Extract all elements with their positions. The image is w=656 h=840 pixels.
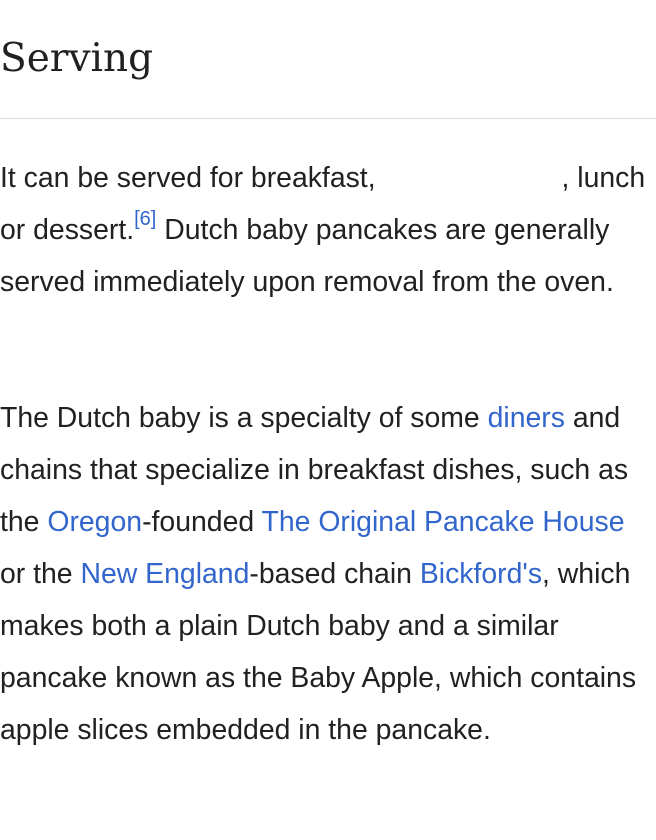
serving-section: Serving It can be served for breakfast, … [0,0,656,746]
heading-divider [0,118,656,119]
link-new-england[interactable]: New England [81,558,250,590]
link-original-pancake-house[interactable]: The Original Pancake House [262,506,625,538]
link-bickfords[interactable]: Bickford's [420,558,542,590]
link-diners[interactable]: diners [488,402,565,434]
text-run: It can be served for breakfast, [0,162,376,194]
link-oregon[interactable]: Oregon [47,506,142,538]
text-run: The Dutch baby is a specialty of some [0,402,488,434]
citation-6: [6] [134,208,156,230]
text-run: -founded [142,506,262,538]
text-run: , [561,162,570,194]
paragraph-restaurants: The Dutch baby is a specialty of some di… [0,392,650,756]
citation-link[interactable]: [6] [134,208,156,230]
text-run: -based chain [249,558,420,590]
paragraph-serving-times: It can be served for breakfast, , lunch … [0,152,650,308]
text-run: or the [0,558,81,590]
section-heading: Serving [0,36,154,81]
